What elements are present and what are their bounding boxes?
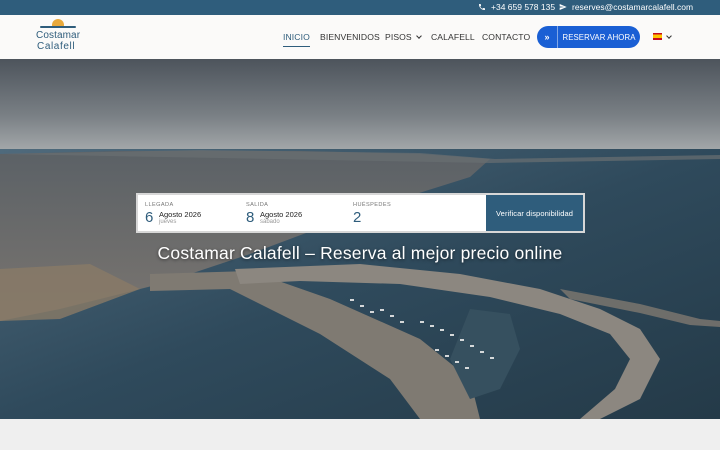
phone-number: +34 659 578 135 (491, 2, 556, 12)
language-selector[interactable] (653, 32, 672, 40)
chevron-down-icon (415, 33, 422, 39)
email-link[interactable]: reserves@costamarcalafell.com (559, 2, 693, 12)
nav-label: PISOS (385, 32, 412, 42)
chevron-down-icon (666, 32, 672, 39)
booking-widget: LLEGADA 6 Agosto 2026 jueves SALIDA 8 Ag… (136, 193, 585, 233)
verify-availability-button[interactable]: Verificar disponibilidad (486, 195, 583, 231)
nav-item-bienvenidos[interactable]: BIENVENIDOS (320, 15, 380, 59)
nav-item-calafell[interactable]: CALAFELL (431, 15, 475, 59)
phone-link[interactable]: +34 659 578 135 (478, 2, 555, 12)
departure-month: Agosto 2026 (260, 210, 303, 219)
spain-flag-icon (653, 33, 662, 40)
departure-day: 8 (246, 209, 255, 226)
guests-label: HUÉSPEDES (353, 202, 392, 208)
nav-label: CONTACTO (482, 32, 531, 42)
departure-weekday: sábado (260, 219, 280, 225)
top-contact-bar: +34 659 578 135 reserves@costamarcalafel… (0, 0, 720, 15)
logo-text-line2: Calafell (37, 41, 76, 52)
hero-banner: LLEGADA 6 Agosto 2026 jueves SALIDA 8 Ag… (0, 59, 720, 419)
logo-wave (40, 26, 76, 28)
paper-plane-icon (559, 4, 567, 10)
email-address: reserves@costamarcalafell.com (572, 2, 694, 12)
nav-item-pisos[interactable]: PISOS (385, 15, 422, 59)
sun-icon (52, 19, 64, 26)
site-header: Costamar Calafell INICIO BIENVENIDOS PIS… (0, 15, 720, 59)
nav-label: CALAFELL (431, 32, 475, 42)
arrival-label: LLEGADA (145, 202, 174, 208)
hero-background-image (0, 59, 720, 419)
site-logo[interactable]: Costamar Calafell (36, 19, 84, 55)
reserve-now-label: RESERVAR AHORA (562, 32, 636, 42)
nav-item-contacto[interactable]: CONTACTO (482, 15, 530, 59)
nav-label: BIENVENIDOS (320, 32, 380, 42)
nav-item-inicio[interactable]: INICIO (283, 15, 310, 59)
arrival-month: Agosto 2026 (159, 210, 202, 219)
guests-count: 2 (353, 209, 362, 226)
hero-title: Costamar Calafell – Reserva al mejor pre… (157, 243, 563, 263)
logo-text-line1: Costamar (36, 30, 81, 41)
reserve-now-button[interactable]: » RESERVAR AHORA (537, 26, 640, 48)
arrival-weekday: jueves (159, 219, 177, 225)
content-section (0, 419, 720, 450)
phone-icon (479, 4, 485, 10)
departure-label: SALIDA (246, 202, 269, 208)
nav-label: INICIO (283, 32, 310, 42)
double-chevron-right-icon: » (537, 26, 558, 48)
arrival-day: 6 (145, 209, 154, 226)
